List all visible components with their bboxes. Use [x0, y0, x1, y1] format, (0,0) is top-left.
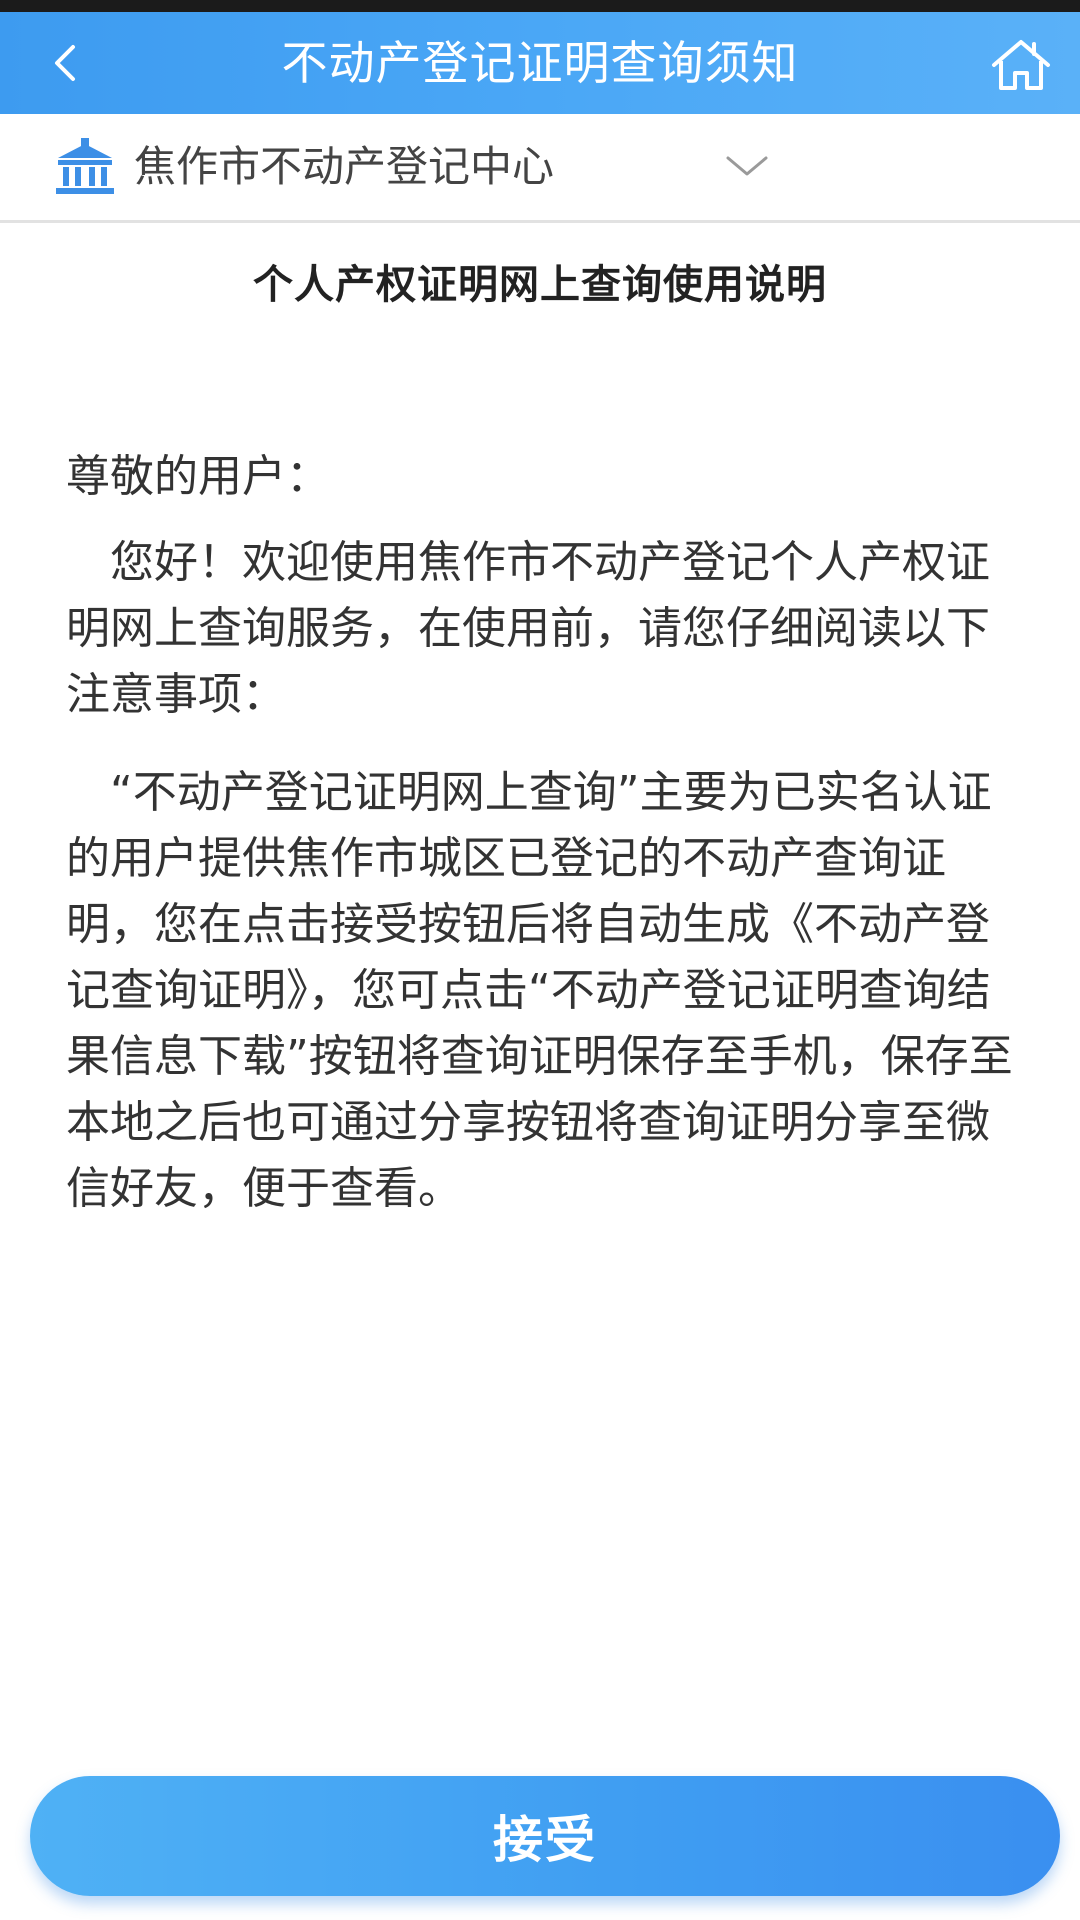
- org-selector[interactable]: 焦作市不动产登记中心: [0, 114, 1080, 223]
- chevron-down-icon: [726, 156, 768, 176]
- home-button[interactable]: [986, 30, 1056, 100]
- chevron-left-icon: [55, 45, 75, 81]
- page-title: 不动产登记证明查询须知: [281, 36, 799, 90]
- top-nav-bar: 不动产登记证明查询须知: [0, 12, 1080, 114]
- notice-paragraph-details: “不动产登记证明网上查询”主要为已实名认证的用户提供焦作市城区已登记的不动产查询…: [66, 767, 1013, 1214]
- back-button[interactable]: [30, 28, 100, 98]
- government-building-icon: [56, 138, 114, 194]
- notice-paragraph-welcome: 您好！欢迎使用焦作市不动产登记个人产权证明网上查询服务，在使用前，请您仔细阅读以…: [66, 537, 990, 720]
- notice-title: 个人产权证明网上查询使用说明: [253, 262, 827, 308]
- greeting-text: 尊敬的用户：: [66, 451, 330, 502]
- home-icon: [992, 40, 1050, 90]
- org-name: 焦作市不动产登记中心: [134, 142, 555, 191]
- status-bar: [0, 0, 1080, 12]
- accept-button[interactable]: 接受: [30, 1776, 1060, 1896]
